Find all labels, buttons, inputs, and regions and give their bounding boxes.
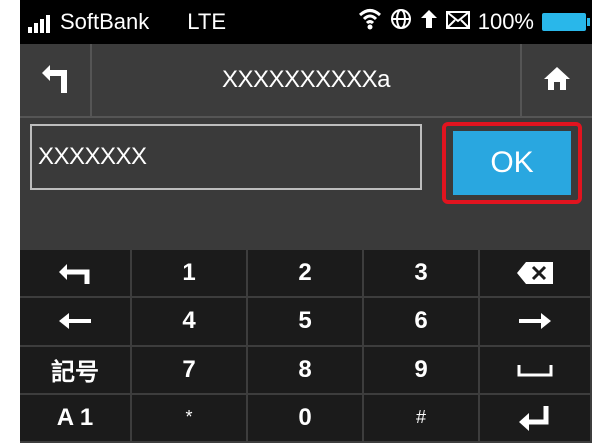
key-5[interactable]: 5: [248, 298, 364, 347]
wifi-icon: [358, 8, 382, 36]
battery-percent: 100%: [477, 9, 534, 34]
globe-icon: [390, 8, 412, 36]
status-bar: SoftBank LTE 100%: [20, 0, 592, 44]
arrow-left-icon: [58, 312, 92, 330]
key-6[interactable]: 6: [364, 298, 480, 347]
key-backspace[interactable]: [480, 250, 592, 299]
key-cursor-right[interactable]: [480, 298, 592, 347]
key-asterisk[interactable]: *: [132, 394, 248, 443]
key-1[interactable]: 1: [132, 250, 248, 299]
key-input-mode[interactable]: A 1: [20, 394, 132, 443]
ok-button[interactable]: OK: [453, 131, 571, 195]
space-icon: [517, 363, 553, 377]
key-7[interactable]: 7: [132, 346, 248, 395]
enter-icon: [518, 404, 552, 432]
key-8[interactable]: 8: [248, 346, 364, 395]
key-3[interactable]: 3: [364, 250, 480, 299]
key-space[interactable]: [480, 346, 592, 395]
home-icon: [543, 65, 571, 96]
arrow-right-icon: [518, 312, 552, 330]
signal-icon: [28, 11, 50, 33]
keypad: 1 2 3 4 5 6 記号 7 8 9 A 1 * 0 #: [20, 250, 592, 443]
ok-highlight: OK: [442, 122, 582, 204]
undo-icon: [57, 262, 93, 285]
status-right: 100%: [358, 7, 590, 37]
backspace-icon: [516, 261, 554, 285]
key-9[interactable]: 9: [364, 346, 480, 395]
network-type: LTE: [187, 9, 226, 34]
page-title: XXXXXXXXXXa: [222, 66, 390, 93]
header-bar: XXXXXXXXXXa: [20, 44, 592, 118]
key-hash[interactable]: #: [364, 394, 480, 443]
mail-icon: [445, 9, 470, 35]
battery-icon: [542, 13, 590, 31]
key-4[interactable]: 4: [132, 298, 248, 347]
home-button[interactable]: [520, 44, 592, 116]
status-left: SoftBank LTE: [28, 7, 226, 37]
key-0[interactable]: 0: [248, 394, 364, 443]
carrier-name: SoftBank: [60, 9, 150, 34]
key-enter[interactable]: [480, 394, 592, 443]
key-undo[interactable]: [20, 250, 132, 299]
key-cursor-left[interactable]: [20, 298, 132, 347]
key-2[interactable]: 2: [248, 250, 364, 299]
upload-icon: [420, 8, 438, 36]
back-button[interactable]: [20, 44, 92, 116]
text-input-field[interactable]: XXXXXXX: [30, 124, 422, 190]
input-area: XXXXXXX OK: [20, 118, 592, 250]
back-icon: [40, 61, 70, 100]
key-symbols[interactable]: 記号: [20, 346, 132, 395]
device-screen: SoftBank LTE 100% XXXXXXXXXXa XXXXXXX OK…: [20, 0, 592, 443]
